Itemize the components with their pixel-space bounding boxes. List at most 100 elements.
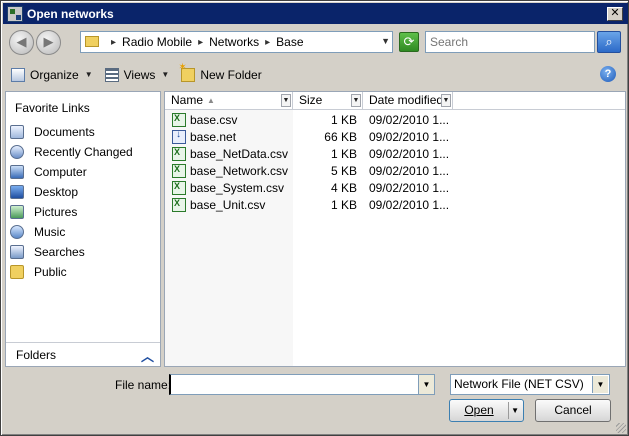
nav-item-label: Public	[34, 265, 67, 279]
searches-icon	[10, 245, 24, 259]
file-size: 1 KB	[330, 112, 357, 127]
file-row[interactable]: base.net 66 KB 09/02/2010 1...	[165, 128, 625, 145]
nav-item-documents[interactable]: Documents	[6, 122, 160, 142]
column-header-size[interactable]: Size ▼	[293, 92, 363, 110]
chevron-down-icon[interactable]: ▼	[592, 376, 608, 393]
organize-label: Organize	[30, 67, 79, 82]
views-button[interactable]: Views ▼	[99, 64, 176, 86]
file-name: base_Unit.csv	[190, 197, 266, 212]
nav-item-searches[interactable]: Searches	[6, 242, 160, 262]
nav-item-public[interactable]: Public	[6, 262, 160, 282]
views-label: Views	[123, 67, 156, 82]
file-size: 5 KB	[330, 163, 357, 178]
title-bar[interactable]: Open networks ✕	[3, 3, 628, 24]
file-type-select[interactable]: Network File (NET CSV) ▼	[450, 374, 610, 395]
search-input[interactable]	[425, 31, 595, 53]
file-row[interactable]: base_Network.csv 5 KB 09/02/2010 1...	[165, 162, 625, 179]
file-rows: base.csv 1 KB 09/02/2010 1... base.net 66 KB…	[165, 111, 625, 213]
nav-item-pictures[interactable]: Pictures	[6, 202, 160, 222]
folders-toggle[interactable]: Folders ︿	[6, 342, 160, 366]
open-options-icon[interactable]: ▼	[511, 400, 519, 421]
organize-icon	[11, 67, 25, 82]
file-name-cell[interactable]: base.csv	[165, 112, 293, 127]
window-title: Open networks	[27, 6, 114, 21]
resize-grip-icon[interactable]	[616, 423, 626, 433]
file-name: base_System.csv	[190, 180, 285, 195]
app-icon	[7, 5, 23, 22]
column-name-label: Name	[171, 93, 204, 107]
new-folder-icon	[178, 62, 196, 82]
csv-file-icon	[172, 180, 186, 195]
nav-item-label: Desktop	[34, 185, 79, 199]
nav-item-music[interactable]: Music	[6, 222, 160, 242]
computer-icon	[10, 165, 24, 179]
file-name-cell[interactable]: base_Unit.csv	[165, 197, 293, 212]
favorite-links-heading: Favorite Links	[15, 101, 90, 115]
file-name: base_Network.csv	[190, 163, 289, 178]
csv-file-icon	[172, 163, 186, 178]
nav-item-label: Pictures	[34, 205, 78, 219]
column-filter-button[interactable]: ▼	[441, 94, 451, 107]
breadcrumb-networks[interactable]: Networks	[209, 35, 259, 49]
filename-dropdown-icon[interactable]: ▼	[418, 375, 434, 394]
forward-button[interactable]: ▶	[36, 30, 61, 55]
filename-input[interactable]	[169, 374, 435, 395]
chevron-down-icon: ▼	[84, 70, 93, 79]
nav-item-label: Music	[34, 225, 66, 239]
favorite-links-list: Documents Recently Changed Computer Desk…	[6, 122, 160, 282]
column-filter-button[interactable]: ▼	[351, 94, 361, 107]
chevron-up-icon[interactable]: ︿	[141, 346, 154, 365]
open-button-label: Open	[464, 403, 494, 417]
file-type-value: Network File (NET CSV)	[454, 377, 584, 391]
nav-item-desktop[interactable]: Desktop	[6, 182, 160, 202]
pictures-icon	[10, 205, 24, 219]
help-icon[interactable]: ?	[600, 66, 616, 82]
cancel-button[interactable]: Cancel	[535, 399, 611, 422]
nav-item-label: Searches	[34, 245, 85, 259]
file-row[interactable]: base_System.csv 4 KB 09/02/2010 1...	[165, 179, 625, 196]
csv-file-icon	[172, 197, 186, 212]
file-name-cell[interactable]: base_System.csv	[165, 180, 293, 195]
sort-ascending-icon: ▲	[207, 96, 215, 105]
address-bar[interactable]: ▸ Radio Mobile ▸ Networks ▸ Base ▼	[80, 31, 393, 53]
chevron-down-icon[interactable]: ▼	[161, 70, 169, 79]
breadcrumb-separator[interactable]: ▸	[265, 37, 270, 48]
column-header-date-modified[interactable]: Date modified ▼	[363, 92, 453, 110]
folder-icon	[85, 35, 99, 47]
folders-label: Folders	[16, 347, 57, 362]
navigation-bar: ◀ ▶ ▸ Radio Mobile ▸ Networks ▸ Base ▼ ⟳…	[5, 27, 626, 57]
column-filter-button[interactable]: ▼	[281, 94, 291, 107]
back-button[interactable]: ◀	[9, 30, 34, 55]
file-date-modified: 09/02/2010 1...	[369, 180, 450, 195]
navigation-pane: Favorite Links Documents Recently Change…	[5, 91, 161, 367]
address-dropdown-icon[interactable]: ▼	[381, 36, 390, 46]
desktop-icon	[10, 185, 24, 199]
new-folder-button[interactable]: New Folder	[175, 62, 267, 86]
breadcrumb-radio-mobile[interactable]: Radio Mobile	[122, 35, 192, 49]
breadcrumb-base[interactable]: Base	[276, 35, 303, 49]
breadcrumb-separator[interactable]: ▸	[198, 37, 203, 48]
refresh-button[interactable]: ⟳	[399, 32, 419, 52]
close-button[interactable]: ✕	[607, 6, 623, 21]
nav-item-computer[interactable]: Computer	[6, 162, 160, 182]
file-date-modified: 09/02/2010 1...	[369, 163, 450, 178]
csv-file-icon	[172, 112, 186, 127]
file-row[interactable]: base.csv 1 KB 09/02/2010 1...	[165, 111, 625, 128]
file-name-cell[interactable]: base_NetData.csv	[165, 146, 293, 161]
open-button[interactable]: Open ▼	[449, 399, 524, 422]
file-date-modified: 09/02/2010 1...	[369, 197, 450, 212]
file-row[interactable]: base_Unit.csv 1 KB 09/02/2010 1...	[165, 196, 625, 213]
nav-item-label: Computer	[34, 165, 87, 179]
music-icon	[10, 225, 24, 239]
file-row[interactable]: base_NetData.csv 1 KB 09/02/2010 1...	[165, 145, 625, 162]
column-header-name[interactable]: Name ▲ ▼	[165, 92, 293, 110]
breadcrumb-separator: ▸	[111, 36, 117, 48]
nav-item-recently-changed[interactable]: Recently Changed	[6, 142, 160, 162]
file-name-cell[interactable]: base_Network.csv	[165, 163, 293, 178]
search-icon[interactable]: ⌕	[597, 31, 621, 53]
nav-item-label: Documents	[34, 125, 95, 139]
organize-button[interactable]: Organize ▼	[5, 64, 99, 86]
file-date-modified: 09/02/2010 1...	[369, 112, 450, 127]
file-size: 66 KB	[324, 129, 357, 144]
file-name-cell[interactable]: base.net	[165, 129, 293, 144]
